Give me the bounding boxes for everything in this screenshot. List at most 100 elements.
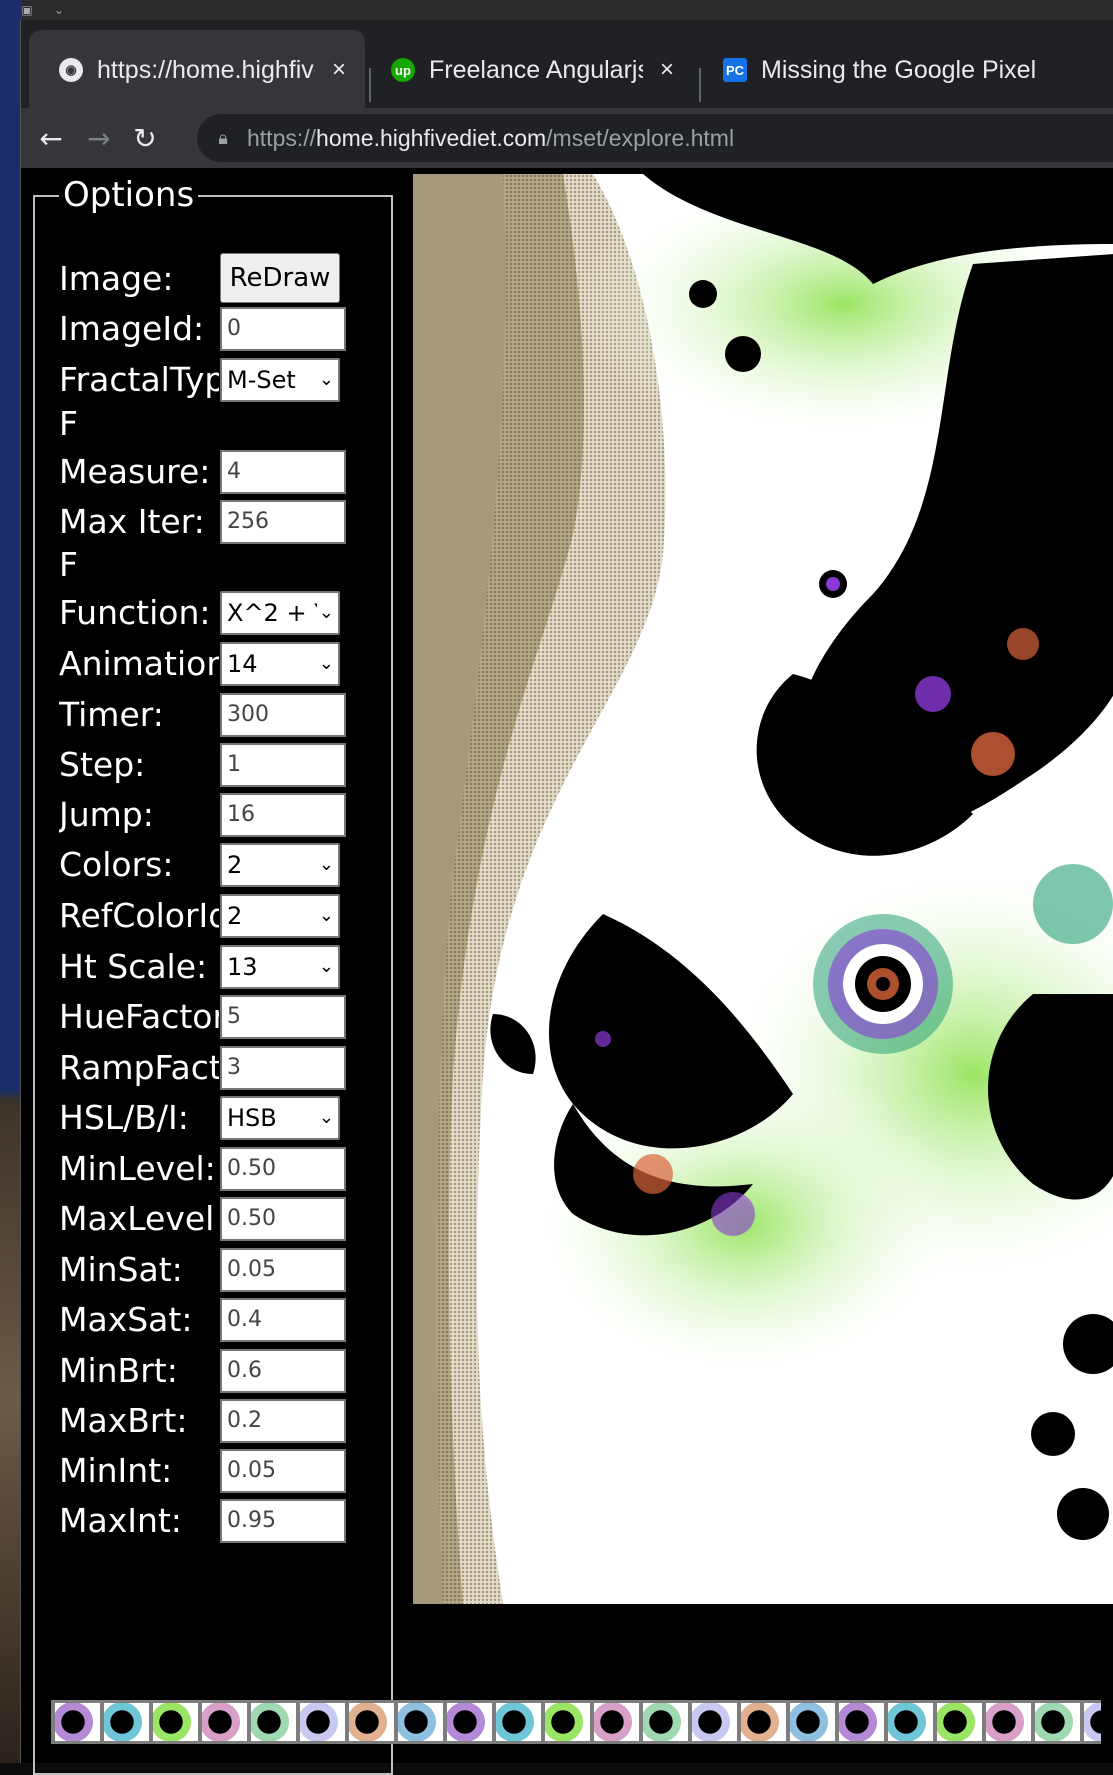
option-label: Step:	[59, 745, 146, 784]
animation-thumbnail[interactable]	[545, 1703, 590, 1741]
animation-thumbnail[interactable]	[692, 1703, 737, 1741]
option-row-rampfact: RampFact 3	[59, 1044, 379, 1092]
maxlevel-input[interactable]: 0.50	[220, 1197, 346, 1241]
fractal-canvas[interactable]	[413, 174, 1113, 1604]
minsat-input[interactable]: 0.05	[220, 1248, 346, 1292]
option-label: F Measure:	[59, 404, 211, 491]
option-row-jump: Jump: 16	[59, 791, 379, 839]
url-path: /mset/explore.html	[546, 124, 735, 151]
animation-thumbnail[interactable]	[153, 1703, 198, 1741]
animation-thumbnail[interactable]	[594, 1703, 639, 1741]
option-label: RefColorId	[59, 896, 219, 935]
options-legend: Options	[59, 175, 199, 215]
animation-thumbnail[interactable]	[496, 1703, 541, 1741]
animation-thumbnail[interactable]	[1035, 1703, 1080, 1741]
url-scheme: https://	[247, 124, 317, 151]
option-row-step: Step: 1	[59, 741, 379, 789]
tab-missing-google-pixel[interactable]: PC Missing the Google Pixel	[693, 30, 1113, 112]
option-label: MaxSat:	[59, 1300, 193, 1339]
selected-value: M-Set	[227, 366, 296, 394]
timer-input[interactable]: 300	[220, 693, 346, 737]
refcolorid-select[interactable]: 2 ⌄	[220, 894, 340, 938]
animation-thumbnail[interactable]	[937, 1703, 982, 1741]
animation-thumbnail[interactable]	[202, 1703, 247, 1741]
options-panel: Options Image: ReDraw ImageId: 0 FractalTyp M…	[33, 175, 393, 1775]
animation-thumbnail[interactable]	[398, 1703, 443, 1741]
chevron-down-icon: ⌄	[316, 644, 334, 684]
minlevel-input[interactable]: 0.50	[220, 1147, 346, 1191]
animation-thumbnail[interactable]	[1084, 1703, 1101, 1741]
tab-strip: ◉ https://home.highfivediet × up Freelan…	[21, 20, 1113, 112]
minbrt-input[interactable]: 0.6	[220, 1349, 346, 1393]
maxsat-input[interactable]: 0.4	[220, 1298, 346, 1342]
animation-thumbnail[interactable]	[986, 1703, 1031, 1741]
animation-thumbnail[interactable]	[839, 1703, 884, 1741]
option-label: RampFact	[59, 1048, 219, 1087]
maxint-input[interactable]: 0.95	[220, 1499, 346, 1543]
chevron-down-icon: ⌄	[316, 947, 334, 987]
animation-thumbnail[interactable]	[55, 1703, 100, 1741]
address-bar[interactable]: 🔒︎ https://home.highfivediet.com/mset/ex…	[197, 114, 1113, 162]
animation-thumbnail[interactable]	[447, 1703, 492, 1741]
f-measure-input[interactable]: 4	[220, 450, 346, 494]
step-input[interactable]: 1	[220, 743, 346, 787]
close-icon[interactable]: ×	[655, 56, 679, 84]
option-row-minlevel: MinLevel: 0.50	[59, 1145, 379, 1193]
imageid-input[interactable]: 0	[220, 307, 346, 351]
window-menu-icon[interactable]: ▣	[20, 3, 34, 17]
option-label: Jump:	[59, 795, 154, 834]
option-label: MaxInt:	[59, 1501, 182, 1540]
forward-arrow-icon[interactable]: →	[77, 116, 121, 160]
animation-thumbnail[interactable]	[104, 1703, 149, 1741]
animation-thumbnail[interactable]	[741, 1703, 786, 1741]
lock-icon: 🔒︎	[218, 127, 228, 148]
option-row-animation: Animation 14 ⌄	[59, 640, 379, 688]
animation-thumbnail[interactable]	[349, 1703, 394, 1741]
fractaltyp-select[interactable]: M-Set ⌄	[220, 358, 340, 402]
f-function-select[interactable]: X^2 + Y ⌄	[220, 591, 340, 635]
browser-window: ◉ https://home.highfivediet × up Freelan…	[20, 20, 1113, 1775]
option-row-ht-scale: Ht Scale: 13 ⌄	[59, 943, 379, 991]
option-label: MinSat:	[59, 1250, 183, 1289]
animation-select[interactable]: 14 ⌄	[220, 642, 340, 686]
option-row-hsl-b-i: HSL/B/I: HSB ⌄	[59, 1094, 379, 1142]
reload-icon[interactable]: ↻	[123, 116, 167, 160]
option-row-huefactor: HueFactor 5	[59, 993, 379, 1041]
option-row-fractaltyp: FractalTyp M-Set ⌄	[59, 356, 379, 404]
option-label: MinLevel:	[59, 1149, 216, 1188]
animation-thumbnail[interactable]	[300, 1703, 345, 1741]
back-arrow-icon[interactable]: ←	[29, 116, 73, 160]
page-content: Options Image: ReDraw ImageId: 0 FractalTyp M…	[21, 168, 1113, 1775]
animation-thumbnail[interactable]	[790, 1703, 835, 1741]
animation-thumbnail[interactable]	[888, 1703, 933, 1741]
jump-input[interactable]: 16	[220, 793, 346, 837]
animation-thumbnail[interactable]	[643, 1703, 688, 1741]
max-iter-input[interactable]: 256	[220, 500, 346, 544]
rampfact-input[interactable]: 3	[220, 1046, 346, 1090]
option-row-f-measure: F Measure: 4	[59, 404, 379, 496]
selected-value: 13	[227, 953, 258, 981]
globe-icon: ◉	[59, 58, 83, 82]
tab-highfivediet[interactable]: ◉ https://home.highfivediet ×	[29, 30, 365, 112]
selected-value: X^2 + Y	[227, 599, 329, 627]
hsl-b-i-select[interactable]: HSB ⌄	[220, 1096, 340, 1140]
option-row-minsat: MinSat: 0.05	[59, 1246, 379, 1294]
animation-thumbnail[interactable]	[251, 1703, 296, 1741]
chevron-down-icon[interactable]: ⌄	[52, 3, 66, 17]
minint-input[interactable]: 0.05	[220, 1449, 346, 1493]
close-icon[interactable]: ×	[327, 56, 351, 84]
maxbrt-input[interactable]: 0.2	[220, 1399, 346, 1443]
huefactor-input[interactable]: 5	[220, 995, 346, 1039]
option-label: MinBrt:	[59, 1351, 178, 1390]
chevron-down-icon: ⌄	[316, 896, 334, 936]
option-row-maxint: MaxInt: 0.95	[59, 1497, 379, 1545]
colors-select[interactable]: 2 ⌄	[220, 843, 340, 887]
tab-title: Freelance Angularjs Jobs	[429, 56, 643, 84]
option-label: MinInt:	[59, 1451, 173, 1490]
ht-scale-select[interactable]: 13 ⌄	[220, 945, 340, 989]
option-label: MaxBrt:	[59, 1401, 188, 1440]
redraw-button[interactable]: ReDraw	[220, 253, 340, 303]
option-row-imageid: ImageId: 0	[59, 305, 379, 353]
tab-freelance-angularjs[interactable]: up Freelance Angularjs Jobs ×	[361, 30, 693, 112]
url-host: home.highfivediet.com	[316, 124, 547, 151]
